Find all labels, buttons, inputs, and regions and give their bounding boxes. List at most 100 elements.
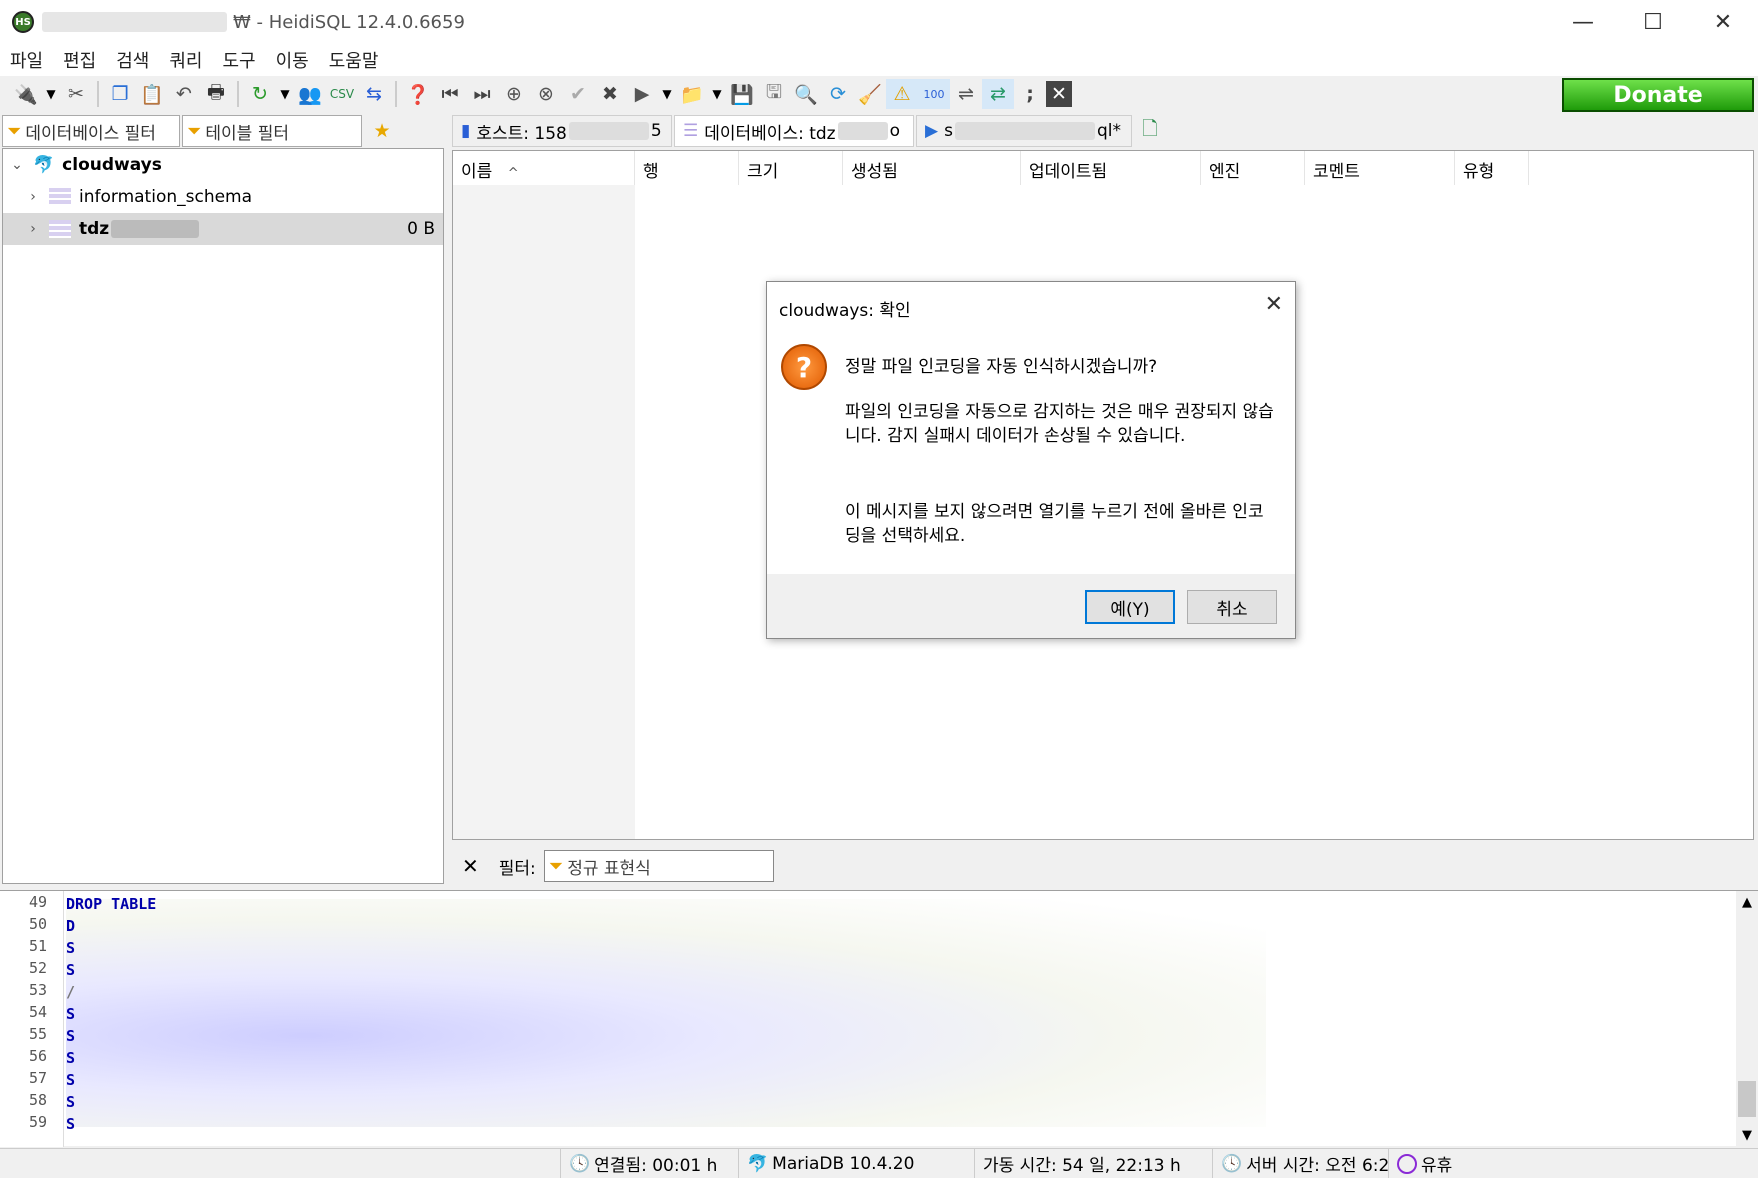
dropdown-icon[interactable]: ▼ xyxy=(42,79,60,109)
column-header-name[interactable]: 이름 ^ xyxy=(453,151,635,185)
find-icon[interactable]: 🔍 xyxy=(790,79,822,109)
dolphin-icon: 🐬 xyxy=(33,155,55,175)
menu-help[interactable]: 도움말 xyxy=(319,47,389,73)
scrollbar-thumb[interactable] xyxy=(1738,1081,1756,1117)
menu-search[interactable]: 검색 xyxy=(106,47,159,73)
maximize-button[interactable]: ☐ xyxy=(1618,0,1688,44)
yes-button[interactable]: 예(Y) xyxy=(1085,590,1175,624)
status-server-time: 🕓 서버 시간: 오전 6:2 xyxy=(1212,1148,1388,1178)
column-header-created[interactable]: 생성됨 xyxy=(843,151,1021,185)
help-icon[interactable]: ❓ xyxy=(402,79,434,109)
first-record-icon[interactable]: ⏮ xyxy=(434,79,466,109)
column-header-engine[interactable]: 엔진 xyxy=(1201,151,1305,185)
column-header-type[interactable]: 유형 xyxy=(1455,151,1529,185)
line-number: 55 xyxy=(28,1025,47,1043)
regex-filter-input[interactable]: ⏷ 정규 표현식 xyxy=(543,850,774,882)
dropdown-icon[interactable]: ▼ xyxy=(708,79,726,109)
last-record-icon[interactable]: ⏭ xyxy=(466,79,498,109)
add-record-icon[interactable]: ⊕ xyxy=(498,79,530,109)
donate-button[interactable]: Donate xyxy=(1562,78,1754,112)
line-number: 49 xyxy=(28,893,47,911)
csv-import-icon[interactable]: CSV xyxy=(326,79,358,109)
table-filter-input[interactable]: ⏷ 테이블 필터 xyxy=(182,115,362,147)
dropdown-icon[interactable]: ▼ xyxy=(276,79,294,109)
close-tab-icon[interactable]: ✕ xyxy=(1046,81,1072,107)
tab-host[interactable]: ▮ 호스트: 158 5 xyxy=(452,115,672,147)
chevron-right-icon[interactable]: › xyxy=(25,221,41,237)
chevron-down-icon[interactable]: ⌄ xyxy=(9,157,25,173)
play-icon: ▶ xyxy=(925,121,939,141)
paste-icon[interactable]: 📋 xyxy=(136,79,168,109)
dialog-question: 정말 파일 인코딩을 자동 인식하시겠습니까? xyxy=(845,357,1158,377)
funnel-icon: ⏷ xyxy=(548,855,564,877)
cancel-button[interactable]: 취소 xyxy=(1187,590,1277,624)
redacted-text xyxy=(111,220,200,238)
tab-query[interactable]: ▶ s ql* xyxy=(916,115,1132,147)
copy-icon[interactable]: ❐ xyxy=(104,79,136,109)
chevron-right-icon[interactable]: › xyxy=(25,189,41,205)
favorite-star-icon[interactable]: ★ xyxy=(366,116,398,146)
print-icon[interactable]: 🖶 xyxy=(200,79,232,109)
save-icon[interactable]: 💾 xyxy=(726,79,758,109)
close-filter-icon[interactable]: ✕ xyxy=(462,854,479,878)
heidisql-app-icon: HS xyxy=(12,11,34,33)
line-number: 58 xyxy=(28,1091,47,1109)
run-icon[interactable]: ▶ xyxy=(626,79,658,109)
code-line: S xyxy=(66,1005,76,1023)
column-header-rows[interactable]: 행 xyxy=(635,151,739,185)
menu-file[interactable]: 파일 xyxy=(0,47,53,73)
clock-icon: 🕓 xyxy=(1221,1153,1243,1174)
tab-database[interactable]: ☰ 데이터베이스: tdz o xyxy=(674,115,914,147)
status-server: 🐬 MariaDB 10.4.20 xyxy=(738,1148,974,1178)
wrap-icon[interactable]: ⇌ xyxy=(950,79,982,109)
connect-icon[interactable]: 🔌 xyxy=(10,79,42,109)
sql-editor[interactable]: 49 50 51 52 53 54 55 56 57 58 59 DROP TA… xyxy=(0,890,1758,1147)
redacted-code xyxy=(66,899,1266,1127)
tree-root-connection[interactable]: ⌄ 🐬 cloudways xyxy=(3,149,443,181)
sync-icon[interactable]: ⇄ xyxy=(982,79,1014,109)
delete-record-icon[interactable]: ⊗ xyxy=(530,79,562,109)
new-query-tab-icon[interactable]: 🗋 xyxy=(1134,116,1166,146)
window-title: ₩ - HeidiSQL 12.4.0.6659 xyxy=(233,11,465,33)
semicolon-icon[interactable]: ; xyxy=(1014,79,1046,109)
column-header-updated[interactable]: 업데이트됨 xyxy=(1021,151,1201,185)
database-filter-input[interactable]: ⏷ 데이터베이스 필터 xyxy=(2,115,180,147)
disconnect-icon[interactable]: ✂ xyxy=(60,79,92,109)
editor-scrollbar[interactable]: ▲ ▼ xyxy=(1736,891,1758,1147)
line-number: 59 xyxy=(28,1113,47,1131)
scroll-up-icon[interactable]: ▲ xyxy=(1736,895,1758,910)
minimize-button[interactable]: — xyxy=(1548,0,1618,44)
menu-edit[interactable]: 편집 xyxy=(53,47,106,73)
export-icon[interactable]: ⇆ xyxy=(358,79,390,109)
code-line: S xyxy=(66,961,76,979)
code-line: S xyxy=(66,1049,76,1067)
replace-icon[interactable]: ⟳ xyxy=(822,79,854,109)
code-line: S xyxy=(66,1027,76,1045)
save-as-icon[interactable]: 🖫 xyxy=(758,79,790,109)
menu-query[interactable]: 쿼리 xyxy=(159,47,212,73)
clean-icon[interactable]: 🧹 xyxy=(854,79,886,109)
dropdown-icon[interactable]: ▼ xyxy=(658,79,676,109)
binary-icon[interactable]: 100 xyxy=(918,79,950,109)
undo-icon[interactable]: ↶ xyxy=(168,79,200,109)
database-check-icon xyxy=(49,220,71,238)
warning-icon[interactable]: ⚠ xyxy=(886,79,918,109)
user-manager-icon[interactable]: 👥 xyxy=(294,79,326,109)
tree-item-tdz[interactable]: › tdz 0 B xyxy=(3,213,443,245)
line-number: 50 xyxy=(28,915,47,933)
scroll-down-icon[interactable]: ▼ xyxy=(1736,1128,1758,1143)
column-header-size[interactable]: 크기 xyxy=(739,151,843,185)
menu-tools[interactable]: 도구 xyxy=(213,47,266,73)
status-idle: 유휴 xyxy=(1388,1148,1508,1178)
column-header-comment[interactable]: 코멘트 xyxy=(1305,151,1455,185)
menu-goto[interactable]: 이동 xyxy=(266,47,319,73)
refresh-icon[interactable]: ↻ xyxy=(244,79,276,109)
post-record-icon[interactable]: ✔ xyxy=(562,79,594,109)
line-number-gutter: 49 50 51 52 53 54 55 56 57 58 59 xyxy=(0,891,64,1147)
open-folder-icon[interactable]: 📁 xyxy=(676,79,708,109)
close-window-button[interactable]: ✕ xyxy=(1688,0,1758,44)
line-number: 56 xyxy=(28,1047,47,1065)
tree-item-information-schema[interactable]: › information_schema xyxy=(3,181,443,213)
dialog-close-icon[interactable]: ✕ xyxy=(1265,292,1283,317)
cancel-record-icon[interactable]: ✖ xyxy=(594,79,626,109)
